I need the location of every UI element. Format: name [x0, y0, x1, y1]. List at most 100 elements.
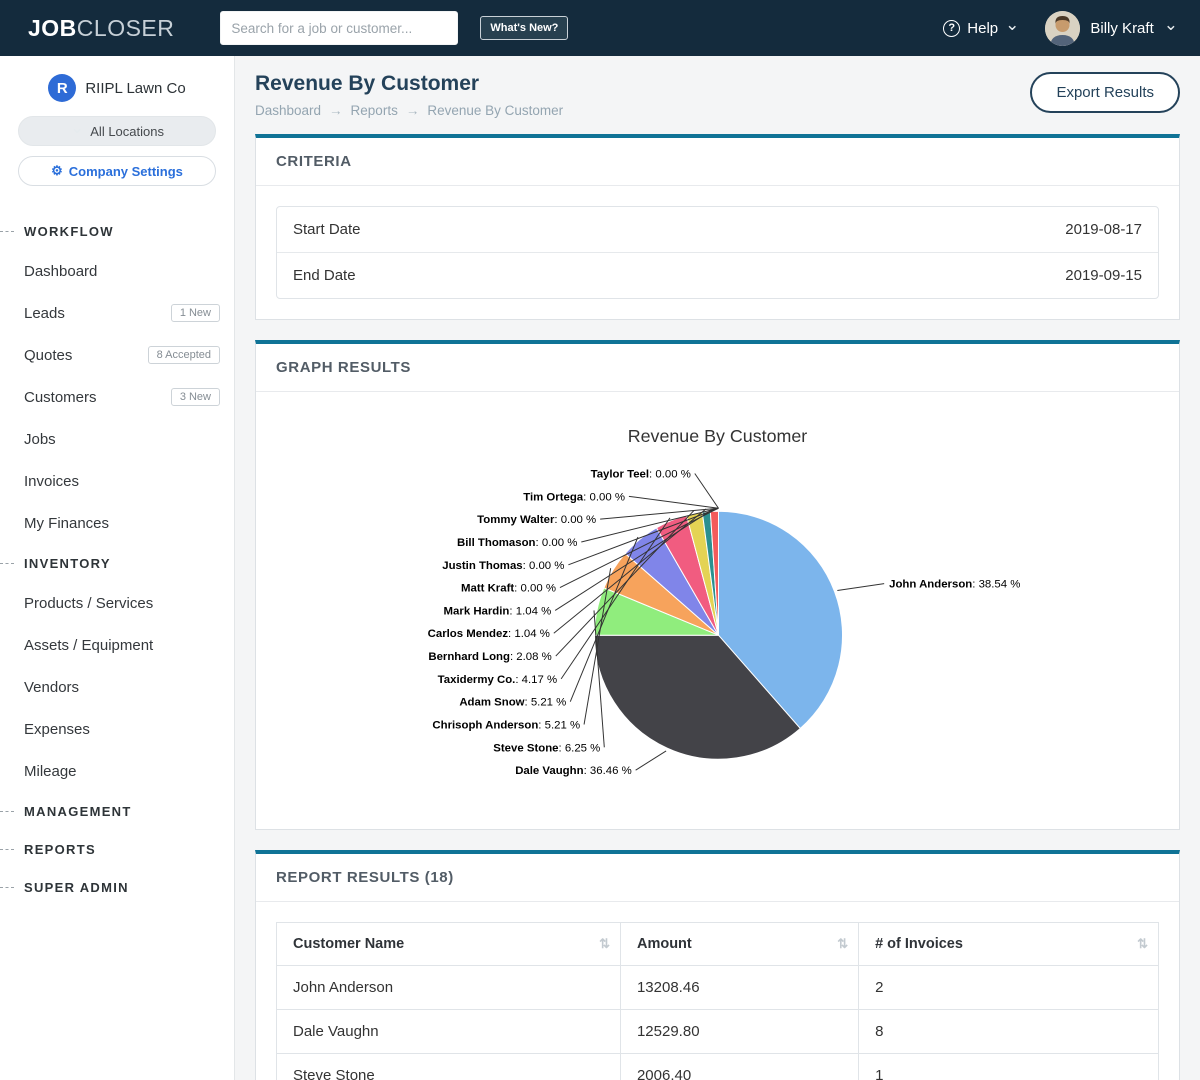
column-header-of-invoices[interactable]: # of Invoices ⇅: [859, 922, 1159, 965]
sidebar-item-products-services[interactable]: Products / Services: [0, 582, 234, 624]
table-cell: 2: [859, 965, 1159, 1009]
pie-chart: Revenue By Customer Taylor Teel: 0.00 % Ti…: [276, 412, 1159, 809]
column-header-amount[interactable]: Amount⇅: [620, 922, 858, 965]
pie-connector-line: [636, 751, 666, 770]
main-content: Revenue By Customer Dashboard → Reports …: [235, 56, 1200, 1080]
pie-connector-line: [837, 584, 884, 591]
sidebar-item-badge: 1 New: [171, 304, 220, 322]
sidebar-item-leads[interactable]: Leads 1 New: [0, 292, 234, 334]
sidebar-section-label: MANAGEMENT: [24, 804, 132, 819]
pie-label-bill-thomason: Bill Thomason: 0.00 %: [457, 537, 577, 549]
sidebar-item-vendors[interactable]: Vendors: [0, 666, 234, 708]
pie-label-taylor-teel: Taylor Teel: 0.00 %: [591, 468, 691, 480]
criteria-box: Start Date 2019-08-17 End Date 2019-09-1…: [276, 206, 1159, 299]
table-cell: 13208.46: [620, 965, 858, 1009]
help-menu[interactable]: ? Help ⌄: [943, 20, 1019, 37]
sidebar-item-assets-equipment[interactable]: Assets / Equipment: [0, 624, 234, 666]
sidebar-item-my-finances[interactable]: My Finances: [0, 502, 234, 544]
column-label: Customer Name: [293, 936, 404, 952]
sidebar-section-label: WORKFLOW: [24, 224, 114, 239]
pie-label-chrisoph-anderson: Chrisoph Anderson: 5.21 %: [432, 719, 580, 731]
criteria-row-start-date: Start Date 2019-08-17: [277, 207, 1158, 252]
pie-chart-svg: Revenue By Customer Taylor Teel: 0.00 % Ti…: [276, 412, 1159, 809]
column-label: # of Invoices: [875, 936, 963, 952]
company-settings-button[interactable]: ⚙ Company Settings: [18, 156, 216, 186]
sidebar-item-label: Invoices: [24, 473, 79, 490]
sidebar-section-reports[interactable]: REPORTS: [0, 830, 234, 868]
sidebar-item-label: Customers: [24, 389, 97, 406]
sidebar-section-inventory[interactable]: INVENTORY: [0, 544, 234, 582]
avatar[interactable]: [1045, 11, 1080, 46]
settings-label: Company Settings: [69, 164, 183, 179]
sidebar-section-label: REPORTS: [24, 842, 96, 857]
pie-connector-line: [695, 474, 719, 509]
whats-new-button[interactable]: What's New?: [480, 16, 568, 40]
report-results-heading: REPORT RESULTS (18): [256, 854, 1179, 902]
table-cell: 8: [859, 1009, 1159, 1053]
sidebar-section-label: INVENTORY: [24, 556, 111, 571]
sidebar-item-dashboard[interactable]: Dashboard: [0, 250, 234, 292]
sort-icon[interactable]: ⇅: [837, 936, 848, 952]
sidebar-item-jobs[interactable]: Jobs: [0, 418, 234, 460]
sidebar-item-badge: 8 Accepted: [148, 346, 220, 364]
sidebar: R RIIPL Lawn Co ⌄ All Locations ⚙ Compan…: [0, 56, 235, 1080]
table-cell: Steve Stone: [277, 1053, 621, 1080]
criteria-value: 2019-08-17: [1065, 221, 1142, 238]
sidebar-item-label: Mileage: [24, 763, 77, 780]
sidebar-item-label: Dashboard: [24, 263, 97, 280]
sidebar-item-invoices[interactable]: Invoices: [0, 460, 234, 502]
pie-label-steve-stone: Steve Stone: 6.25 %: [493, 742, 600, 754]
locations-selector[interactable]: ⌄ All Locations: [18, 116, 216, 146]
gear-icon: ⚙: [51, 163, 63, 179]
column-header-customer-name[interactable]: Customer Name ⇅: [277, 922, 621, 965]
pie-label-tim-ortega: Tim Ortega: 0.00 %: [523, 491, 625, 503]
sidebar-item-label: Assets / Equipment: [24, 637, 153, 654]
page-title: Revenue By Customer: [255, 72, 563, 96]
sidebar-item-expenses[interactable]: Expenses: [0, 708, 234, 750]
sidebar-item-label: Leads: [24, 305, 65, 322]
search-input[interactable]: [220, 11, 458, 45]
table-cell: 12529.80: [620, 1009, 858, 1053]
breadcrumb-dashboard[interactable]: Dashboard: [255, 103, 321, 118]
sidebar-item-mileage[interactable]: Mileage: [0, 750, 234, 792]
pie-label-matt-kraft: Matt Kraft: 0.00 %: [461, 583, 556, 595]
sort-icon[interactable]: ⇅: [1137, 936, 1148, 952]
sort-icon[interactable]: ⇅: [599, 936, 610, 952]
pie-connector-line: [629, 496, 719, 508]
sidebar-section-workflow[interactable]: WORKFLOW: [0, 212, 234, 250]
help-icon: ?: [943, 20, 960, 37]
chart-title: Revenue By Customer: [628, 426, 808, 446]
sidebar-section-management[interactable]: MANAGEMENT: [0, 792, 234, 830]
breadcrumb: Dashboard → Reports → Revenue By Custome…: [255, 103, 563, 118]
breadcrumb-arrow-icon: →: [406, 103, 420, 118]
app-logo[interactable]: JOBCLOSER: [28, 15, 174, 42]
table-cell: 2006.40: [620, 1053, 858, 1080]
sidebar-nav: WORKFLOW Dashboard Leads 1 New Quotes8 Accep…: [0, 212, 234, 906]
user-menu[interactable]: Billy Kraft ⌄: [1045, 11, 1178, 46]
company-header[interactable]: R RIIPL Lawn Co: [0, 74, 234, 102]
sidebar-section-label: SUPER ADMIN: [24, 880, 129, 895]
sidebar-item-customers[interactable]: Customers 3 New: [0, 376, 234, 418]
top-navbar: JOBCLOSER What's New? ? Help ⌄ Billy Kra…: [0, 0, 1200, 56]
user-name: Billy Kraft: [1090, 20, 1153, 37]
export-results-button[interactable]: Export Results: [1030, 72, 1180, 113]
sidebar-item-quotes[interactable]: Quotes8 Accepted: [0, 334, 234, 376]
logo-text-light: CLOSER: [77, 15, 175, 41]
graph-card: GRAPH RESULTS Revenue By CustomerTaylor …: [255, 340, 1180, 830]
criteria-value: 2019-09-15: [1065, 267, 1142, 284]
breadcrumb-arrow-icon: →: [329, 103, 343, 118]
breadcrumb-reports[interactable]: Reports: [351, 103, 398, 118]
table-cell: Dale Vaughn: [277, 1009, 621, 1053]
pie-label-tommy-walter: Tommy Walter: 0.00 %: [477, 514, 596, 526]
table-cell: John Anderson: [277, 965, 621, 1009]
pie-label-john-anderson: John Anderson: 38.54 %: [889, 579, 1020, 591]
table-row: John Anderson13208.462: [277, 965, 1159, 1009]
sidebar-section-super-admin[interactable]: SUPER ADMIN: [0, 868, 234, 906]
criteria-heading: CRITERIA: [256, 138, 1179, 186]
company-logo: R: [48, 74, 76, 102]
sidebar-item-label: Products / Services: [24, 595, 153, 612]
sidebar-item-badge: 3 New: [171, 388, 220, 406]
sidebar-item-label: Expenses: [24, 721, 90, 738]
pie-label-bernhard-long: Bernhard Long: 2.08 %: [428, 651, 551, 663]
sidebar-item-label: Jobs: [24, 431, 56, 448]
